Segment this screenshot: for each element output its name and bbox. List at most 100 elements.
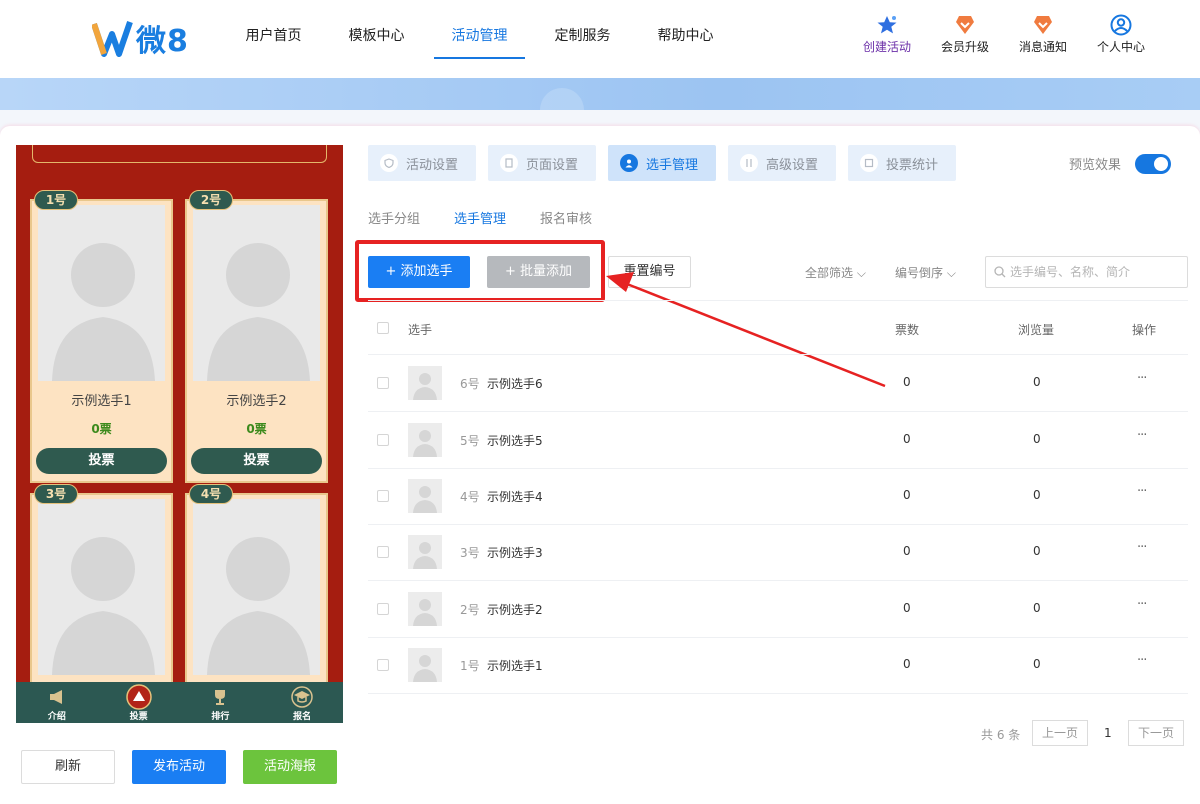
vote-count: 0 <box>903 488 911 502</box>
row-checkbox[interactable] <box>377 659 389 671</box>
preview-card-2[interactable]: 2号 示例选手2 0票 投票 <box>185 190 328 483</box>
row-checkbox[interactable] <box>377 377 389 389</box>
logo-text: 微8 <box>136 24 189 59</box>
nav-help-center[interactable]: 帮助中心 <box>634 0 737 60</box>
notifications-button[interactable]: 消息通知 <box>1004 14 1082 55</box>
preview-nav-vote[interactable]: 投票 <box>98 682 180 723</box>
preview-nav-label: 报名 <box>293 712 312 722</box>
publish-activity-button[interactable]: 发布活动 <box>132 750 226 784</box>
view-count: 0 <box>1033 375 1041 389</box>
person-icon <box>620 154 638 172</box>
row-checkbox[interactable] <box>377 434 389 446</box>
preview-nav-signup[interactable]: 报名 <box>261 682 343 723</box>
preview-effect-toggle[interactable] <box>1135 154 1171 174</box>
nav-templates[interactable]: 模板中心 <box>325 0 428 60</box>
player-number: 4号 <box>460 490 480 504</box>
trophy-icon <box>215 690 226 705</box>
vote-button[interactable]: 投票 <box>191 448 322 474</box>
preview-name: 示例选手2 <box>226 394 287 409</box>
header-tools: 创建活动 会员升级 消息通知 个人中心 <box>848 14 1160 55</box>
activity-poster-button[interactable]: 活动海报 <box>243 750 337 784</box>
player-subtabs: 选手分组 选手管理 报名审核 <box>368 208 626 227</box>
preview-badge: 3号 <box>34 484 78 504</box>
step-player-management[interactable]: 选手管理 <box>608 145 716 181</box>
nav-home[interactable]: 用户首页 <box>222 0 325 60</box>
placeholder-photo <box>193 499 320 675</box>
more-actions-button[interactable]: ··· <box>1137 653 1147 668</box>
refresh-button[interactable]: 刷新 <box>21 750 115 784</box>
player-number: 2号 <box>460 603 480 617</box>
vip-upgrade-label: 会员升级 <box>940 40 989 54</box>
step-page-settings[interactable]: 页面设置 <box>488 145 596 181</box>
row-checkbox[interactable] <box>377 603 389 615</box>
main-nav: 用户首页 模板中心 活动管理 定制服务 帮助中心 <box>222 0 737 60</box>
prev-page-button[interactable]: 上一页 <box>1032 720 1088 746</box>
top-header: 微8 用户首页 模板中心 活动管理 定制服务 帮助中心 创建活动 会员升级 消息… <box>0 0 1200 78</box>
step-activity-settings[interactable]: 活动设置 <box>368 145 476 181</box>
table-row: 1号 示例选手1 0 0 ··· <box>368 637 1188 694</box>
view-count: 0 <box>1033 544 1041 558</box>
search-icon <box>994 266 1006 278</box>
step-advanced-settings[interactable]: 高级设置 <box>728 145 836 181</box>
preview-card-1[interactable]: 1号 示例选手1 0票 投票 <box>30 190 173 483</box>
vip-upgrade-button[interactable]: 会员升级 <box>926 14 1004 55</box>
person-silhouette-icon <box>413 599 437 626</box>
preview-card-4[interactable]: 4号 <box>185 484 328 693</box>
sort-label: 编号倒序 <box>895 266 944 280</box>
tab-player-management[interactable]: 选手管理 <box>454 208 506 227</box>
shield-icon <box>380 154 398 172</box>
select-all-checkbox[interactable] <box>377 322 389 334</box>
nav-activity-management[interactable]: 活动管理 <box>428 0 531 60</box>
step-label: 高级设置 <box>766 157 819 173</box>
player-number: 1号 <box>460 659 480 673</box>
step-label: 活动设置 <box>406 157 459 173</box>
highlight-box <box>355 240 605 302</box>
player-name: 示例选手3 <box>487 546 543 560</box>
step-vote-statistics[interactable]: 投票统计 <box>848 145 956 181</box>
table-row: 6号 示例选手6 0 0 ··· <box>368 355 1188 412</box>
chart-icon <box>860 154 878 172</box>
preview-nav-intro[interactable]: 介绍 <box>16 682 98 723</box>
preview-actions: 刷新 发布活动 活动海报 <box>21 750 354 784</box>
more-actions-button[interactable]: ··· <box>1137 540 1147 555</box>
player-name: 示例选手5 <box>487 434 543 448</box>
nav-custom-service[interactable]: 定制服务 <box>531 0 634 60</box>
placeholder-photo <box>38 499 165 675</box>
player-name: 示例选手1 <box>487 659 543 673</box>
user-center-label: 个人中心 <box>1096 40 1145 54</box>
row-checkbox[interactable] <box>377 546 389 558</box>
more-actions-button[interactable]: ··· <box>1137 371 1147 386</box>
step-label: 选手管理 <box>646 157 699 173</box>
vip-badge-icon <box>956 16 974 34</box>
preview-nav-ranking[interactable]: 排行 <box>180 682 262 723</box>
vote-icon <box>125 684 152 710</box>
more-actions-button[interactable]: ··· <box>1137 484 1147 499</box>
vote-count: 0 <box>903 544 911 558</box>
search-input[interactable] <box>1010 265 1180 279</box>
logo-w-icon <box>92 21 133 57</box>
next-page-button[interactable]: 下一页 <box>1128 720 1184 746</box>
user-icon <box>1110 14 1132 36</box>
row-checkbox[interactable] <box>377 490 389 502</box>
logo[interactable]: 微8 <box>92 16 189 60</box>
user-center-button[interactable]: 个人中心 <box>1082 14 1160 55</box>
star-icon <box>877 16 897 34</box>
sort-dropdown[interactable]: 编号倒序 ⌵ <box>895 264 956 281</box>
person-silhouette-icon <box>413 542 437 569</box>
tab-signup-review[interactable]: 报名审核 <box>540 208 592 227</box>
create-activity-button[interactable]: 创建活动 <box>848 14 926 55</box>
current-page[interactable]: 1 <box>1104 726 1112 740</box>
person-silhouette-icon <box>413 655 437 682</box>
avatar <box>408 592 442 626</box>
more-actions-button[interactable]: ··· <box>1137 428 1147 443</box>
vote-button[interactable]: 投票 <box>36 448 167 474</box>
more-actions-button[interactable]: ··· <box>1137 597 1147 612</box>
tab-player-groups[interactable]: 选手分组 <box>368 208 420 227</box>
table-row: 4号 示例选手4 0 0 ··· <box>368 468 1188 525</box>
setup-steps: 活动设置 页面设置 选手管理 高级设置 投票统计 <box>368 145 968 181</box>
player-number: 6号 <box>460 377 480 391</box>
person-silhouette-icon <box>413 486 437 513</box>
player-name: 示例选手4 <box>487 490 543 504</box>
player-number: 3号 <box>460 546 480 560</box>
preview-card-3[interactable]: 3号 <box>30 484 173 693</box>
